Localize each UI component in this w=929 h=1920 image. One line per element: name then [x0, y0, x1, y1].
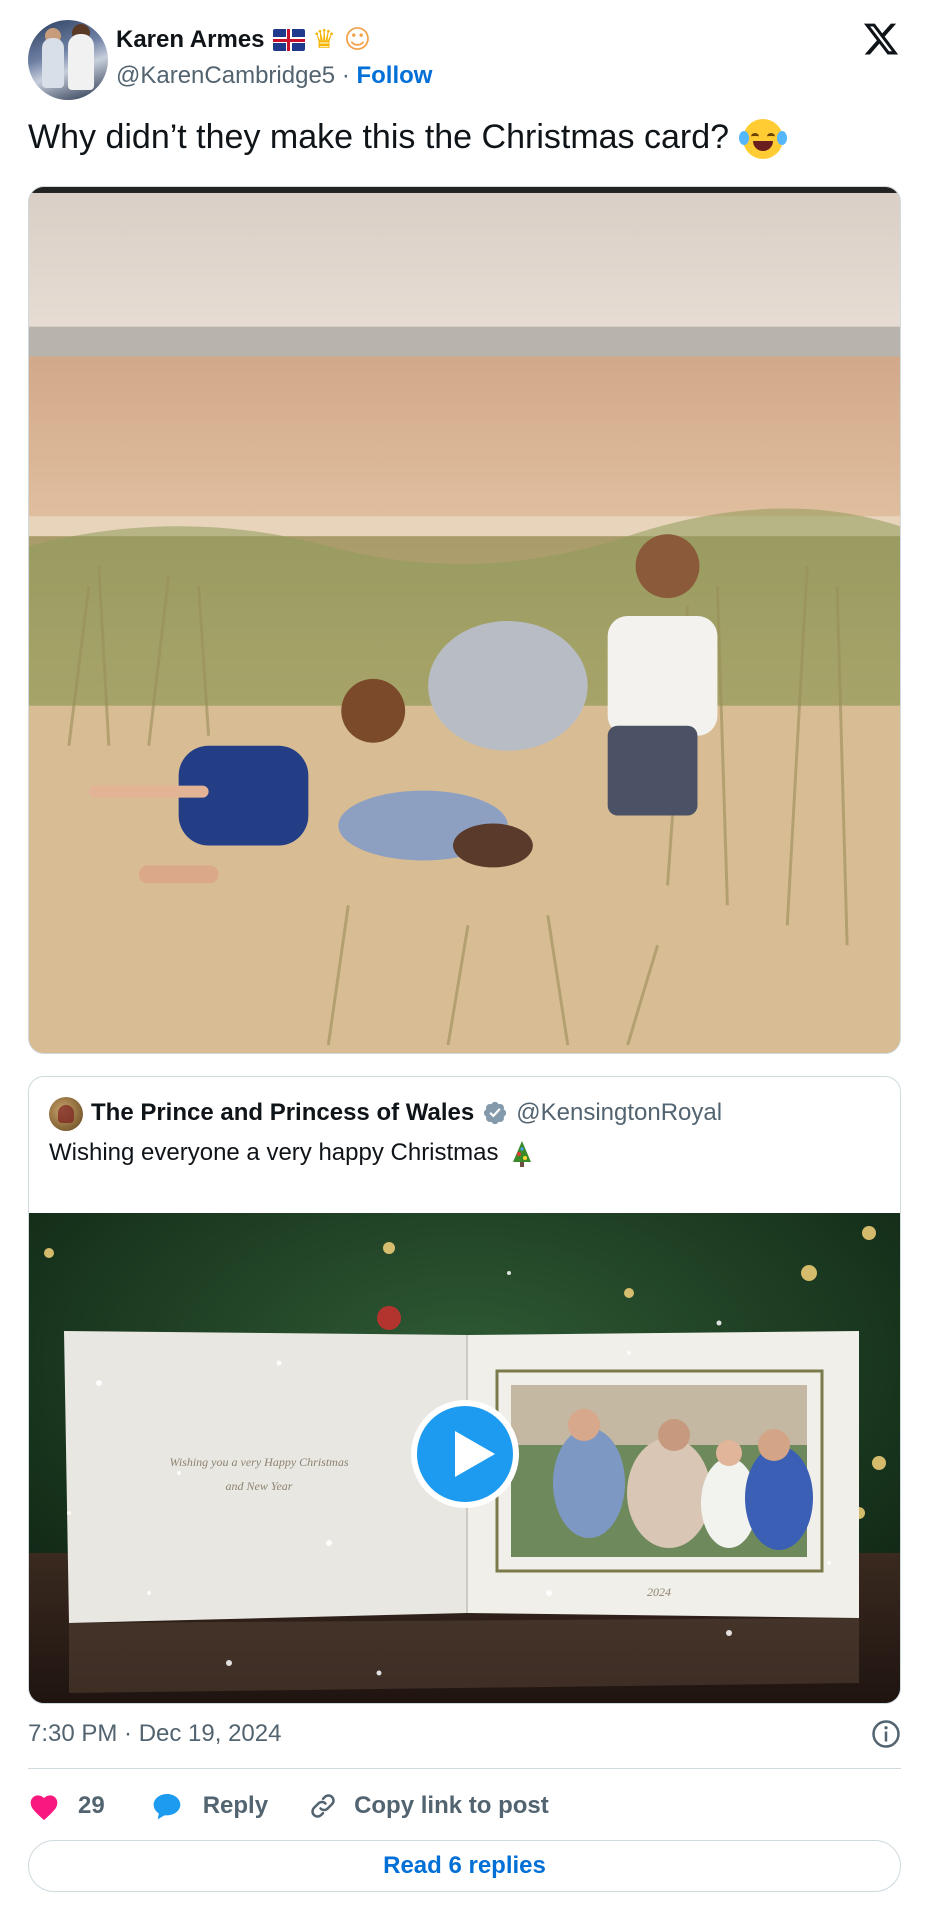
quoted-header: The Prince and Princess of Wales @Kensin… — [91, 1099, 722, 1127]
reply-action[interactable]: Reply — [151, 1791, 268, 1821]
laughing-emoji-icon — [738, 119, 787, 160]
post-timestamp[interactable]: 7:30 PM · Dec 19, 2024 — [28, 1720, 281, 1748]
like-count: 29 — [78, 1792, 105, 1819]
post-text-content: Why didn’t they make this the Christmas … — [28, 118, 730, 156]
author-avatar[interactable] — [28, 20, 108, 100]
author-name-row[interactable]: Karen Armes ♛ ☺ — [116, 26, 371, 54]
reply-label: Reply — [202, 1792, 269, 1819]
card-greeting-line2: and New Year — [226, 1479, 293, 1493]
quoted-text: Wishing everyone a very happy Christmas — [49, 1139, 533, 1168]
read-replies-button[interactable]: Read 6 replies — [28, 1840, 901, 1892]
beach-photo-image — [29, 187, 900, 1053]
info-icon[interactable] — [871, 1719, 901, 1749]
handle-separator: · — [341, 62, 350, 89]
verified-icon — [484, 1101, 507, 1125]
author-name[interactable]: Karen Armes — [116, 26, 265, 54]
post-actions: 29 Reply Copy link to post — [28, 1786, 549, 1826]
link-icon — [311, 1794, 335, 1818]
card-greeting-line1: Wishing you a very Happy Christmas — [170, 1455, 349, 1469]
quoted-name[interactable]: The Prince and Princess of Wales — [91, 1099, 474, 1127]
uk-flag-icon — [272, 29, 305, 51]
card-year: 2024 — [647, 1585, 671, 1599]
quoted-post[interactable]: The Prince and Princess of Wales @Kensin… — [28, 1076, 901, 1704]
princess-icon: ☺ — [343, 25, 371, 55]
author-handle[interactable]: @KarenCambridge5 — [116, 62, 335, 89]
play-icon[interactable] — [411, 1400, 519, 1508]
quoted-video[interactable]: Wishing you a very Happy Christmas and N… — [29, 1213, 900, 1703]
post-photo[interactable] — [28, 186, 901, 1054]
copy-link-label: Copy link to post — [354, 1792, 549, 1819]
heart-icon — [30, 1795, 58, 1821]
crown-icon: ♛ — [312, 25, 336, 55]
embedded-post: Karen Armes ♛ ☺ @KarenCambridge5 · Follo… — [0, 0, 929, 1920]
post-text: Why didn’t they make this the Christmas … — [28, 118, 787, 160]
like-action[interactable]: 29 — [28, 1791, 105, 1821]
quoted-avatar[interactable] — [49, 1097, 83, 1131]
quoted-text-content: Wishing everyone a very happy Christmas — [49, 1139, 499, 1166]
copy-link-action[interactable]: Copy link to post — [308, 1791, 549, 1821]
author-handle-row: @KarenCambridge5 · Follow — [116, 62, 432, 90]
quoted-handle[interactable]: @KensingtonRoyal — [516, 1099, 722, 1127]
follow-link[interactable]: Follow — [356, 62, 432, 89]
footer-divider — [28, 1768, 901, 1769]
x-logo-icon[interactable] — [861, 20, 901, 58]
reply-bubble-icon — [153, 1794, 181, 1820]
christmas-tree-icon — [513, 1140, 532, 1167]
